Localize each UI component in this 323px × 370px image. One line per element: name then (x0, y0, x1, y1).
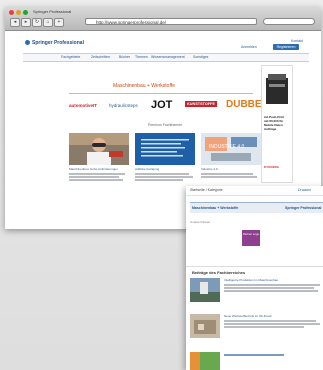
section-title: Maschinenbau + Werkstoffe (113, 83, 175, 89)
brand-logo-row: automotiveIT hydraulicsteps JOT KUNSTSTO… (69, 99, 268, 113)
feature-tile[interactable]: INDUSTRIE 4.0 Industrie 4.0 (201, 133, 261, 181)
login-link[interactable]: Anmelden (241, 45, 257, 49)
researcher-photo (69, 133, 129, 165)
article-thumbnail (190, 314, 220, 338)
ad-brand: KYOCERA (264, 165, 280, 169)
mobile-page-card: Startseite / Kategorie Drucken Maschinen… (186, 186, 323, 370)
address-bar[interactable]: http://www.springerprofessional.de/ (85, 18, 257, 25)
tile-caption[interactable]: Industrie 4.0 (201, 167, 218, 171)
article-title[interactable]: Neue Werkstofftechnik im 3D-Druck (224, 314, 272, 318)
window-title: Springer Professional (33, 9, 72, 14)
brand-logo-jot[interactable]: JOT (151, 99, 172, 111)
card-divider (186, 266, 323, 267)
close-window-button[interactable] (9, 10, 14, 15)
minimize-window-button[interactable] (16, 10, 21, 15)
contact-link[interactable]: Kontakt (291, 39, 303, 43)
ad-line: Aufträge (264, 127, 277, 131)
industry-graphic: INDUSTRIE 4.0 (201, 133, 261, 165)
nav-item-themen[interactable]: Themen (135, 55, 148, 59)
card-section-bar: Maschinenbau + Werkstoffe Springer Profe… (190, 202, 323, 213)
card-section-title: Maschinenbau + Werkstoffe (192, 206, 239, 210)
url-text: http://www.springerprofessional.de/ (96, 20, 167, 25)
article-text-line (224, 290, 318, 292)
article-item[interactable]: Intelligente Produktion im Maschinenbau (190, 278, 323, 308)
feature-tile[interactable]: Additive Fertigung (135, 133, 195, 181)
brand-logo-automotiveit[interactable]: automotiveIT (69, 103, 97, 108)
tile-text-line (69, 179, 123, 181)
tile-text-line (135, 179, 183, 181)
article-text-line (224, 354, 284, 356)
nav-item-buecher[interactable]: Bücher (119, 55, 130, 59)
article-item[interactable] (190, 352, 323, 370)
zoom-window-button[interactable] (23, 10, 28, 15)
nav-item-fachgebiete[interactable]: Fachgebiete (61, 55, 80, 59)
card-section-heading: Beiträge des Fachbereiches (192, 270, 246, 275)
brand-logo-kunststoffe[interactable]: KUNSTSTOFFE (185, 101, 217, 107)
section-divider (69, 93, 253, 94)
printer-image (266, 74, 288, 104)
partner-logo[interactable]: Partner Logo (242, 230, 260, 246)
article-title[interactable]: Intelligente Produktion im Maschinenbau (224, 278, 278, 282)
forward-button[interactable]: ▸ (21, 18, 31, 27)
tile-text-line (69, 173, 125, 175)
article-text-line (224, 284, 320, 286)
add-bookmark-button[interactable]: + (54, 18, 64, 27)
blue-quote-graphic (135, 133, 195, 165)
feature-tile[interactable]: Maschinenbau: Hohe Anforderungen (69, 133, 129, 181)
nav-item-sonstiges[interactable]: Sonstiges (193, 55, 208, 59)
back-button[interactable]: ◂ (10, 18, 20, 27)
home-button[interactable]: ⌂ (43, 18, 53, 27)
site-logo[interactable]: Springer Professional (25, 40, 84, 46)
article-thumbnail (190, 278, 220, 302)
nav-item-wissen[interactable]: Wissensmanagement (151, 55, 185, 59)
card-brand-logo: Springer Professional (285, 206, 322, 210)
register-button[interactable]: Registrieren (273, 44, 299, 50)
partner-label: Unsere Partner (190, 220, 211, 224)
article-text-line (224, 326, 304, 328)
tile-caption[interactable]: Additive Fertigung (135, 167, 159, 171)
brand-logo-hydraulicsteps[interactable]: hydraulicsteps (109, 103, 138, 108)
search-field[interactable] (263, 18, 315, 25)
industrie-label: INDUSTRIE 4.0 (209, 144, 245, 150)
springer-horse-icon (25, 40, 30, 46)
browser-toolbar: Springer Professional ◂ ▸ ↻ ⌂ + http://w… (5, 7, 321, 31)
tile-text-line (69, 176, 119, 178)
sidebar-ad[interactable]: Ad-Push-Print mit 60,000 für Mobile Date… (261, 65, 293, 183)
feature-tiles: Maschinenbau: Hohe Anforderungen Additiv… (69, 133, 261, 181)
article-text-line (224, 323, 320, 325)
print-link[interactable]: Drucken (298, 188, 311, 192)
tile-text-line (201, 176, 257, 178)
article-text-line (224, 320, 316, 322)
article-item[interactable]: Neue Werkstofftechnik im 3D-Druck (190, 314, 323, 344)
reload-button[interactable]: ↻ (32, 18, 42, 27)
tile-text-line (201, 173, 253, 175)
nav-item-zeitschriften[interactable]: Zeitschriften (91, 55, 110, 59)
card-header: Startseite / Kategorie Drucken (186, 186, 323, 196)
tile-text-line (135, 173, 189, 175)
article-text-line (224, 287, 314, 289)
tile-text-line (135, 176, 193, 178)
tile-caption[interactable]: Maschinenbau: Hohe Anforderungen (69, 167, 118, 171)
tab-premium-fachthemen[interactable]: Premium Fachthemen (69, 123, 261, 129)
main-navigation: Fachgebiete Zeitschriften Bücher Themen … (23, 53, 309, 62)
article-thumbnail (190, 352, 220, 370)
card-breadcrumb-link[interactable]: Startseite / Kategorie (190, 188, 223, 192)
site-logo-text: Springer Professional (32, 40, 84, 46)
